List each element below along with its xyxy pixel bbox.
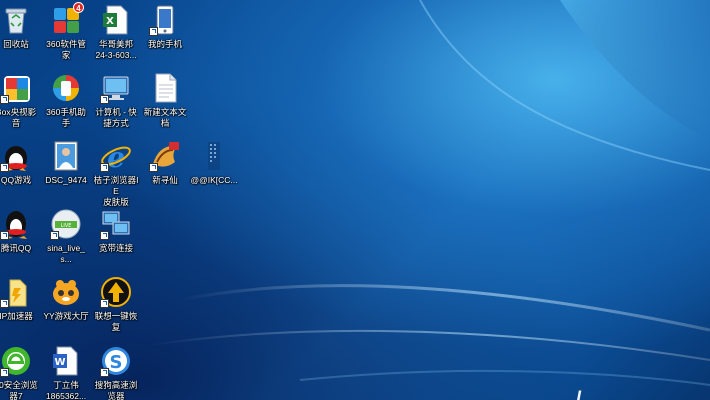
shortcut-arrow-icon xyxy=(100,299,109,308)
desktop-icon-360-phone-assistant[interactable]: 360手机助手 xyxy=(42,72,90,129)
notification-badge: 4 xyxy=(73,2,84,13)
desktop-icon-sogou-browser[interactable]: S 搜狗高速浏 览器 xyxy=(92,345,140,400)
icon-label: 新建文本文 档 xyxy=(143,107,187,128)
icon-label: 宽带连接 xyxy=(98,243,133,253)
shortcut-arrow-icon xyxy=(100,231,109,240)
word-file-icon: W xyxy=(53,346,78,376)
desktop-icon-ding-liwei[interactable]: W 丁立伟 1865362... xyxy=(42,345,90,400)
desktop-icon-pptv-box[interactable]: Box央视影 音 xyxy=(0,72,40,129)
desktop-icon-dsc-9474[interactable]: DSC_9474 xyxy=(42,140,90,186)
icon-label: 桔子浏览器IE 皮肤版 xyxy=(93,175,139,207)
shortcut-arrow-icon xyxy=(149,27,158,36)
recycle-bin-icon xyxy=(5,8,27,34)
icon-label: IP加速器 xyxy=(0,311,33,321)
icon-label: 联想一键恢 复 xyxy=(94,311,138,332)
icon-label: 60安全浏览 器7 xyxy=(0,380,38,400)
shortcut-arrow-icon xyxy=(0,299,9,308)
desktop[interactable]: 回收站 Box央视影 音 QQ游戏 xyxy=(0,0,710,400)
shortcut-arrow-icon xyxy=(50,231,59,240)
shortcut-arrow-icon xyxy=(0,95,9,104)
desktop-icon-yy-game-hall[interactable]: YY游戏大厅 xyxy=(42,276,90,322)
icon-label: @@IK[CC... xyxy=(190,175,238,185)
svg-text:X: X xyxy=(106,16,114,27)
svg-text:S: S xyxy=(110,352,123,373)
shortcut-arrow-icon xyxy=(0,163,9,172)
shortcut-arrow-icon xyxy=(100,95,109,104)
icon-label: 我的手机 xyxy=(147,39,182,49)
svg-text:e: e xyxy=(107,141,125,172)
yy-game-icon xyxy=(53,280,79,305)
icon-label: 360手机助手 xyxy=(46,107,86,128)
icon-label: YY游戏大厅 xyxy=(43,311,89,321)
icon-label: 丁立伟 1865362... xyxy=(45,380,87,400)
icon-label: 360软件管家 xyxy=(46,39,86,60)
desktop-icon-my-phone[interactable]: 我的手机 xyxy=(141,4,189,50)
photo-icon xyxy=(54,141,78,171)
icon-label: 回收站 xyxy=(3,39,29,49)
icon-label: 计算机 - 快 捷方式 xyxy=(95,107,137,128)
desktop-icon-360-safe-browser[interactable]: 60安全浏览 器7 xyxy=(0,345,40,400)
shortcut-arrow-icon xyxy=(100,368,109,377)
text-document-icon xyxy=(155,73,177,103)
shortcut-arrow-icon xyxy=(0,368,9,377)
desktop-icon-tencent-qq[interactable]: 腾讯QQ xyxy=(0,208,40,254)
icon-label: DSC_9474 xyxy=(45,175,87,185)
desktop-icon-lenovo-one-key-restore[interactable]: 联想一键恢 复 xyxy=(92,276,140,333)
desktop-icon-huage-meibang[interactable]: X 华哥美邦 24-3-603... xyxy=(92,4,140,61)
shortcut-arrow-icon xyxy=(0,231,9,240)
desktop-icon-ip-accelerator[interactable]: IP加速器 xyxy=(0,276,40,322)
icon-label: 搜狗高速浏 览器 xyxy=(94,380,138,400)
desktop-icon-broadband-connect[interactable]: 宽带连接 xyxy=(92,208,140,254)
icon-label: 新寻仙 xyxy=(152,175,178,185)
shortcut-arrow-icon xyxy=(149,163,158,172)
desktop-icon-orange-browser-skin[interactable]: e 桔子浏览器IE 皮肤版 xyxy=(92,140,140,208)
desktop-icon-qq-game[interactable]: QQ游戏 xyxy=(0,140,40,186)
desktop-icon-recycle-bin[interactable]: 回收站 xyxy=(0,4,40,50)
desktop-icon-sina-live[interactable]: LIVE sina_live_s... xyxy=(42,208,90,265)
desktop-icon-360-software-manager[interactable]: 4 360软件管家 xyxy=(42,2,90,61)
icon-label: Box央视影 音 xyxy=(0,107,37,128)
icon-label: 华哥美邦 24-3-603... xyxy=(95,39,137,60)
excel-file-icon: X xyxy=(103,5,128,35)
file-icon xyxy=(208,142,220,170)
brand-watermark: l xyxy=(576,388,581,400)
icon-label: QQ游戏 xyxy=(0,175,32,185)
desktop-icon-xin-xun-xian[interactable]: 新寻仙 xyxy=(141,140,189,186)
icon-label: sina_live_s... xyxy=(47,243,85,264)
desktop-icon-new-text-doc[interactable]: 新建文本文 档 xyxy=(141,72,189,129)
svg-text:W: W xyxy=(54,357,65,368)
desktop-icon-computer-shortcut[interactable]: 计算机 - 快 捷方式 xyxy=(92,72,140,129)
shortcut-arrow-icon xyxy=(100,163,109,172)
desktop-icon-at-ik-cc[interactable]: @@IK[CC... xyxy=(190,140,238,186)
icon-label: 腾讯QQ xyxy=(0,243,32,253)
svg-text:LIVE: LIVE xyxy=(61,223,72,229)
360-phone-assistant-icon xyxy=(53,75,79,101)
